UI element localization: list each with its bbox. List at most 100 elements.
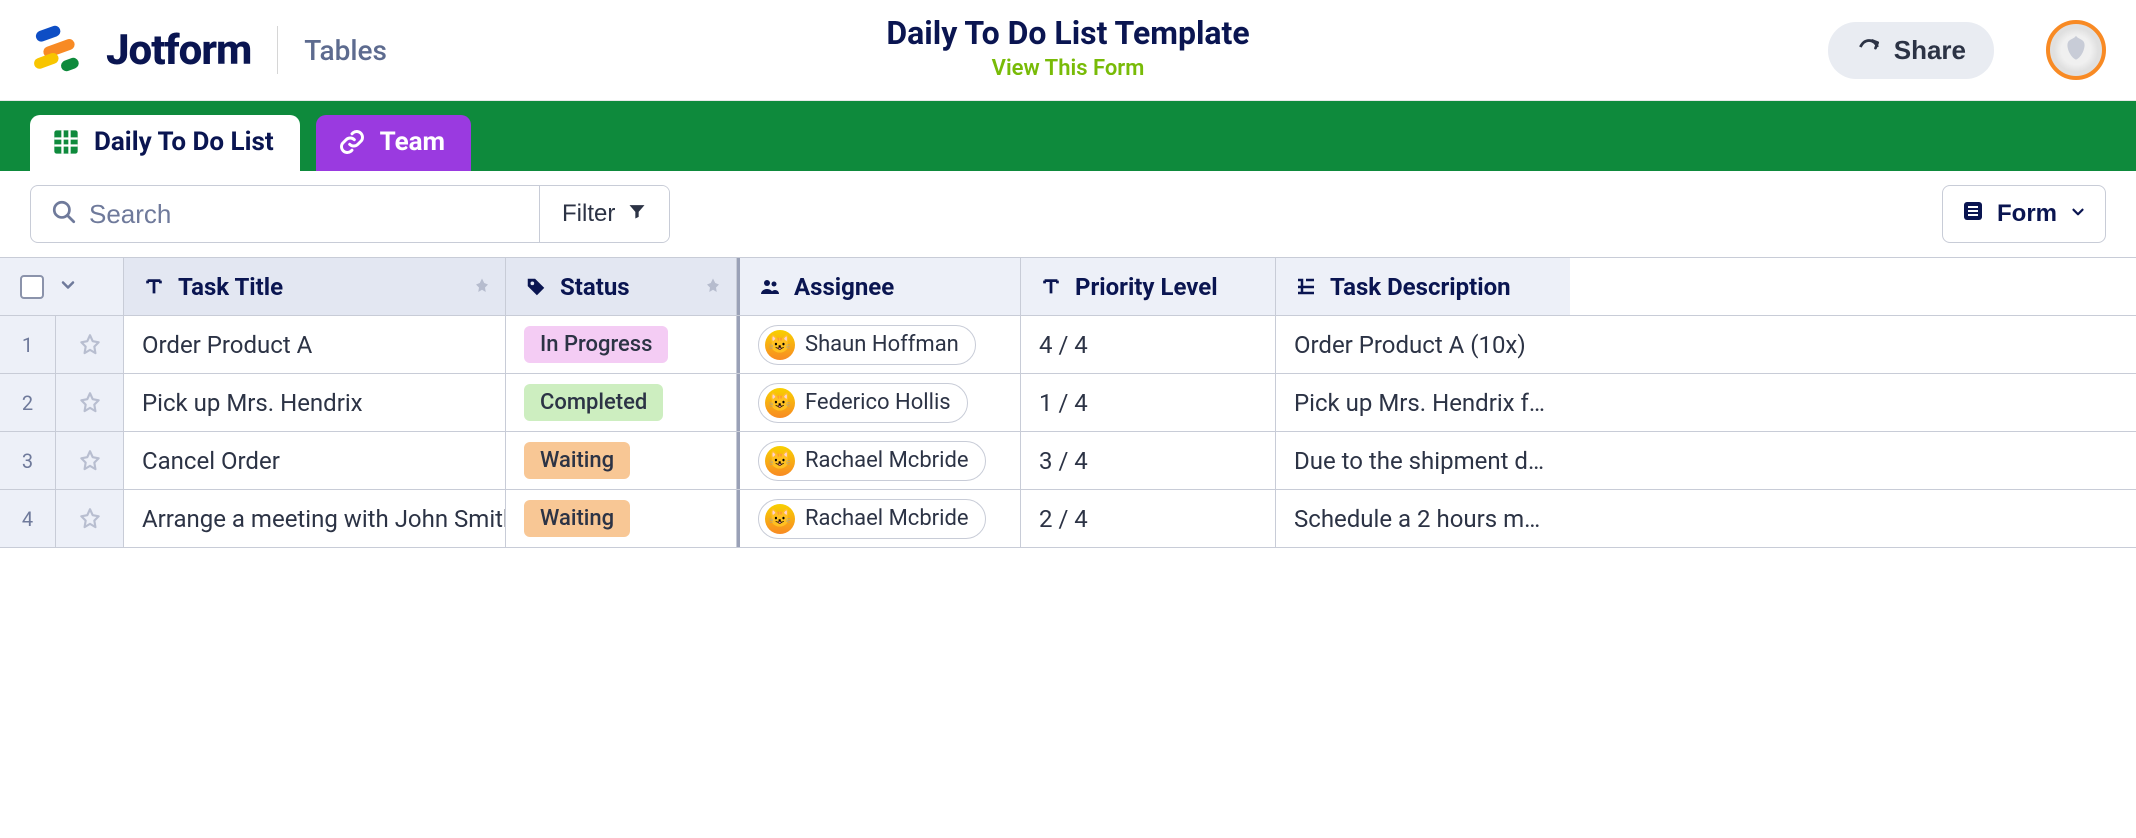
col-header-task-title[interactable]: Task Title bbox=[124, 258, 506, 315]
tab-daily-list[interactable]: Daily To Do List bbox=[30, 115, 300, 171]
row-star[interactable] bbox=[56, 432, 124, 489]
cell-status[interactable]: Completed bbox=[506, 374, 737, 431]
toolbar: Filter Form bbox=[0, 171, 2136, 257]
paragraph-icon bbox=[1294, 275, 1318, 299]
status-chip: Waiting bbox=[524, 442, 630, 479]
form-view-button[interactable]: Form bbox=[1942, 185, 2106, 243]
chevron-down-icon bbox=[2069, 200, 2087, 228]
cell-description[interactable]: Due to the shipment delay, c... bbox=[1276, 432, 1570, 489]
search-filter-group: Filter bbox=[30, 185, 670, 243]
cell-task-title[interactable]: Order Product A bbox=[124, 316, 506, 373]
assignee-avatar-icon: 😺 bbox=[765, 330, 795, 360]
assignee-name: Federico Hollis bbox=[805, 390, 951, 415]
status-chip: In Progress bbox=[524, 326, 668, 363]
link-icon bbox=[338, 128, 366, 156]
row-star[interactable] bbox=[56, 374, 124, 431]
col-header-status[interactable]: Status bbox=[506, 258, 737, 315]
assignee-name: Shaun Hoffman bbox=[805, 332, 959, 357]
cell-priority[interactable]: 2 / 4 bbox=[1021, 490, 1276, 547]
section-label[interactable]: Tables bbox=[304, 34, 387, 67]
row-index: 3 bbox=[0, 432, 56, 489]
share-label: Share bbox=[1894, 35, 1966, 66]
page-title: Daily To Do List Template bbox=[886, 14, 1249, 52]
brand-name: Jotform bbox=[106, 26, 251, 75]
share-icon bbox=[1856, 34, 1882, 67]
form-view-label: Form bbox=[1997, 200, 2057, 228]
cell-assignee[interactable]: 😺 Rachael Mcbride bbox=[737, 432, 1021, 489]
chevron-down-icon[interactable] bbox=[58, 273, 78, 301]
star-icon bbox=[77, 390, 103, 416]
assignee-name: Rachael Mcbride bbox=[805, 506, 969, 531]
pin-icon[interactable] bbox=[704, 273, 722, 301]
text-icon bbox=[1039, 275, 1063, 299]
table-row[interactable]: 1 Order Product A In Progress 😺 Shaun Ho… bbox=[0, 316, 2136, 374]
cell-task-title[interactable]: Arrange a meeting with John Smith bbox=[124, 490, 506, 547]
data-grid: Task Title Status Assignee Priority Leve… bbox=[0, 257, 2136, 548]
select-all-cell bbox=[0, 258, 124, 315]
view-form-link[interactable]: View This Form bbox=[992, 56, 1145, 81]
divider bbox=[277, 26, 278, 74]
tab-label: Team bbox=[380, 127, 445, 157]
people-icon bbox=[758, 275, 782, 299]
search-icon bbox=[51, 199, 77, 229]
table-row[interactable]: 3 Cancel Order Waiting 😺 Rachael Mcbride… bbox=[0, 432, 2136, 490]
share-button[interactable]: Share bbox=[1828, 22, 1994, 79]
star-icon bbox=[77, 448, 103, 474]
status-chip: Waiting bbox=[524, 500, 630, 537]
title-block: Daily To Do List Template View This Form bbox=[886, 14, 1249, 81]
col-header-priority[interactable]: Priority Level bbox=[1021, 258, 1276, 315]
cell-assignee[interactable]: 😺 Shaun Hoffman bbox=[737, 316, 1021, 373]
filter-label: Filter bbox=[562, 200, 615, 228]
select-all-checkbox[interactable] bbox=[20, 275, 44, 299]
tag-icon bbox=[524, 275, 548, 299]
logo-block: Jotform bbox=[30, 21, 251, 79]
assignee-avatar-icon: 😺 bbox=[765, 446, 795, 476]
assignee-name: Rachael Mcbride bbox=[805, 448, 969, 473]
row-index: 1 bbox=[0, 316, 56, 373]
star-icon bbox=[77, 332, 103, 358]
form-icon bbox=[1961, 199, 1985, 230]
assignee-avatar-icon: 😺 bbox=[765, 504, 795, 534]
grid-header-row: Task Title Status Assignee Priority Leve… bbox=[0, 258, 2136, 316]
jotform-logo-icon bbox=[30, 21, 88, 79]
cell-priority[interactable]: 4 / 4 bbox=[1021, 316, 1276, 373]
cell-task-title[interactable]: Pick up Mrs. Hendrix bbox=[124, 374, 506, 431]
grid-icon bbox=[52, 128, 80, 156]
pin-icon[interactable] bbox=[473, 273, 491, 301]
row-star[interactable] bbox=[56, 490, 124, 547]
cell-assignee[interactable]: 😺 Federico Hollis bbox=[737, 374, 1021, 431]
cell-assignee[interactable]: 😺 Rachael Mcbride bbox=[737, 490, 1021, 547]
col-header-description[interactable]: Task Description bbox=[1276, 258, 1570, 315]
cell-priority[interactable]: 1 / 4 bbox=[1021, 374, 1276, 431]
filter-button[interactable]: Filter bbox=[539, 186, 669, 242]
cell-task-title[interactable]: Cancel Order bbox=[124, 432, 506, 489]
cell-status[interactable]: In Progress bbox=[506, 316, 737, 373]
assignee-chip: 😺 Federico Hollis bbox=[758, 383, 968, 423]
cell-description[interactable]: Pick up Mrs. Hendrix from th... bbox=[1276, 374, 1570, 431]
tab-team[interactable]: Team bbox=[316, 115, 471, 171]
cell-priority[interactable]: 3 / 4 bbox=[1021, 432, 1276, 489]
row-index: 2 bbox=[0, 374, 56, 431]
table-row[interactable]: 2 Pick up Mrs. Hendrix Completed 😺 Feder… bbox=[0, 374, 2136, 432]
assignee-chip: 😺 Rachael Mcbride bbox=[758, 441, 986, 481]
assignee-chip: 😺 Rachael Mcbride bbox=[758, 499, 986, 539]
star-icon bbox=[77, 506, 103, 532]
filter-icon bbox=[627, 200, 647, 228]
cell-description[interactable]: Schedule a 2 hours meeting ... bbox=[1276, 490, 1570, 547]
search-input[interactable] bbox=[89, 199, 519, 230]
search-box bbox=[31, 186, 539, 242]
assignee-avatar-icon: 😺 bbox=[765, 388, 795, 418]
tabs-bar: Daily To Do List Team bbox=[0, 101, 2136, 171]
user-avatar[interactable] bbox=[2046, 20, 2106, 80]
row-star[interactable] bbox=[56, 316, 124, 373]
tab-label: Daily To Do List bbox=[94, 127, 274, 157]
col-header-assignee[interactable]: Assignee bbox=[737, 258, 1021, 315]
table-row[interactable]: 4 Arrange a meeting with John Smith Wait… bbox=[0, 490, 2136, 548]
app-header: Jotform Tables Daily To Do List Template… bbox=[0, 0, 2136, 101]
assignee-chip: 😺 Shaun Hoffman bbox=[758, 325, 976, 365]
cell-status[interactable]: Waiting bbox=[506, 490, 737, 547]
status-chip: Completed bbox=[524, 384, 663, 421]
cell-status[interactable]: Waiting bbox=[506, 432, 737, 489]
cell-description[interactable]: Order Product A (10x) bbox=[1276, 316, 1570, 373]
row-index: 4 bbox=[0, 490, 56, 547]
